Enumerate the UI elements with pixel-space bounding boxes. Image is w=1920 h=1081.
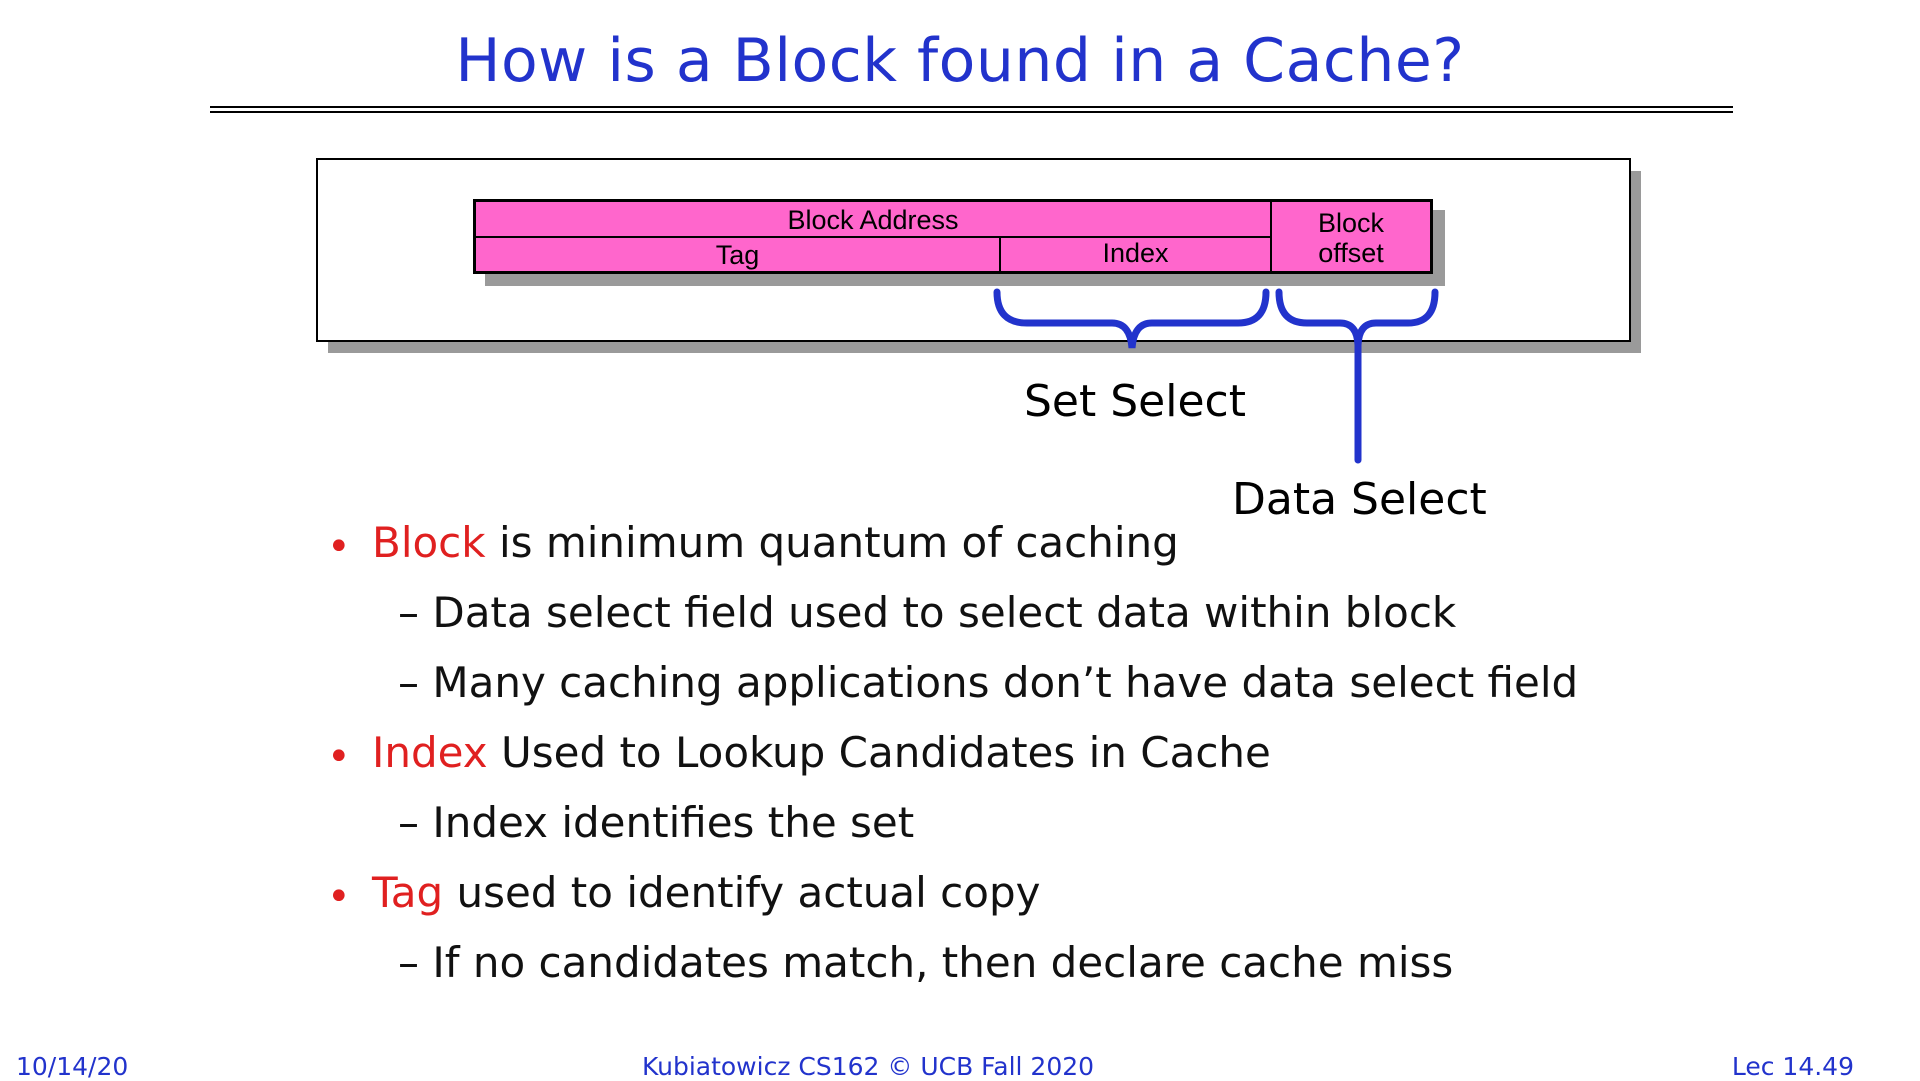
sub-bullet: – Data select field used to select data … [398, 588, 1457, 637]
sub-bullet: – Many caching applications don’t have d… [398, 658, 1579, 707]
sub-bullet: – Index identifies the set [398, 798, 915, 847]
set-select-bracket [993, 288, 1270, 349]
bullet-dot: • [327, 874, 351, 920]
data-select-label: Data Select [1232, 474, 1487, 525]
bullet-block: Block is minimum quantum of caching [372, 518, 1179, 567]
footer-course: Kubiatowicz CS162 © UCB Fall 2020 [641, 1052, 1095, 1081]
sub-bullet: – If no candidates match, then declare c… [398, 938, 1454, 987]
bullet-text: is minimum quantum of caching [485, 518, 1179, 567]
bullet-keyword: Tag [372, 868, 444, 917]
bullet-text: used to identify actual copy [443, 868, 1041, 917]
footer-lecture-number: Lec 14.49 [1731, 1052, 1854, 1081]
bullet-text: Used to Lookup Candidates in Cache [487, 728, 1271, 777]
bullet-dot: • [327, 734, 351, 780]
bullet-dot: • [327, 524, 351, 570]
bullet-tag: Tag used to identify actual copy [372, 868, 1040, 917]
bullet-index: Index Used to Lookup Candidates in Cache [372, 728, 1271, 777]
bullet-keyword: Block [372, 518, 486, 567]
bullet-keyword: Index [372, 728, 488, 777]
set-select-label: Set Select [1024, 376, 1246, 427]
data-select-bracket [1275, 288, 1439, 464]
